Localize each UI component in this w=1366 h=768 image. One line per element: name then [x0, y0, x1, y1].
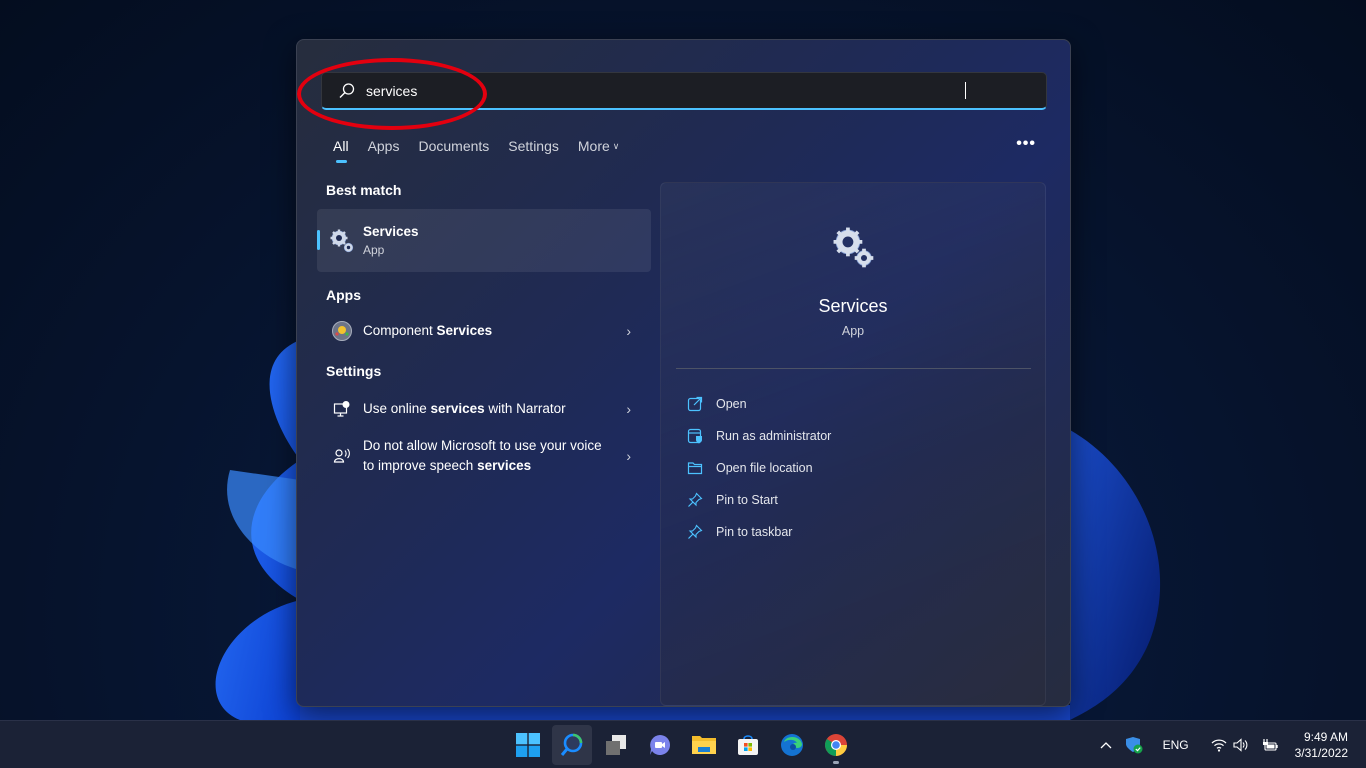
system-tray: ENG 9:49 AM 3/31/2022: [1093, 721, 1366, 768]
action-open-file-location[interactable]: Open file location: [687, 452, 831, 484]
clock-date: 3/31/2022: [1294, 746, 1348, 760]
network-button[interactable]: [1211, 738, 1227, 752]
taskbar-start-button[interactable]: [508, 725, 548, 765]
tab-documents[interactable]: Documents: [418, 138, 489, 154]
results-list: Best match Services App Apps Component S…: [317, 182, 653, 477]
battery-charging-icon: [1262, 739, 1278, 751]
gears-icon: [330, 229, 354, 252]
wifi-icon: [1211, 739, 1227, 752]
narrator-online-icon: [331, 398, 353, 420]
preview-app-name: Services: [818, 296, 888, 316]
search-icon: [339, 82, 355, 98]
result-label: Use online services with Narrator: [363, 401, 566, 416]
teams-chat-icon: [650, 735, 670, 755]
action-open[interactable]: Open: [687, 388, 831, 420]
task-view-icon: [606, 735, 626, 755]
section-settings: Settings: [326, 363, 382, 379]
preview-actions: Open Run as administrator Open file loca…: [687, 388, 831, 548]
pin-icon: [688, 524, 703, 539]
section-best-match: Best match: [326, 182, 402, 198]
taskbar-task-view-button[interactable]: [596, 725, 636, 765]
text-caret: [965, 82, 966, 99]
show-hidden-icons-button[interactable]: [1099, 740, 1113, 750]
section-apps: Apps: [326, 287, 361, 303]
result-narrator-online-services[interactable]: Use online services with Narrator ›: [317, 397, 651, 421]
search-filter-tabs: All Apps Documents Settings More ∨: [333, 138, 638, 163]
taskbar-search-button[interactable]: [552, 725, 592, 765]
chevron-right-icon: ›: [626, 323, 631, 339]
chrome-icon: [825, 734, 847, 756]
result-speech-services[interactable]: Do not allow Microsoft to use your voice…: [317, 435, 651, 477]
gears-icon: [833, 227, 874, 268]
edge-icon: [781, 734, 803, 756]
open-external-icon: [687, 396, 703, 412]
tab-all[interactable]: All: [333, 138, 349, 163]
running-indicator: [833, 761, 839, 764]
windows-security-button[interactable]: [1125, 736, 1143, 754]
chevron-up-icon: [1100, 742, 1112, 749]
chevron-down-icon: ∨: [612, 141, 620, 151]
tab-more-label: More: [577, 138, 610, 154]
search-icon: [560, 733, 583, 756]
taskbar: ENG 9:49 AM 3/31/2022: [0, 720, 1366, 768]
search-box[interactable]: services: [321, 72, 1047, 110]
pin-icon: [688, 492, 703, 507]
file-explorer-icon: [692, 736, 716, 754]
more-options-button[interactable]: •••: [1016, 135, 1036, 153]
tab-more[interactable]: More ∨: [578, 138, 620, 154]
preview-app-type: App: [841, 324, 865, 338]
taskbar-edge-button[interactable]: [772, 725, 812, 765]
best-match-name: Services: [363, 224, 419, 239]
volume-icon: [1233, 738, 1248, 752]
taskbar-chrome-button[interactable]: [816, 725, 856, 765]
clock-button[interactable]: 9:49 AM 3/31/2022: [1295, 729, 1348, 761]
result-component-services[interactable]: Component Services ›: [317, 317, 651, 345]
store-icon: [738, 735, 758, 755]
chevron-right-icon: ›: [626, 448, 631, 464]
run-as-admin-icon: [687, 428, 702, 444]
taskbar-apps: [508, 725, 860, 765]
tab-apps[interactable]: Apps: [368, 138, 400, 154]
taskbar-store-button[interactable]: [728, 725, 768, 765]
action-pin-to-start[interactable]: Pin to Start: [687, 484, 831, 516]
security-shield-icon: [1125, 737, 1143, 754]
volume-button[interactable]: [1233, 738, 1249, 752]
selection-indicator: [317, 230, 320, 250]
action-run-as-administrator[interactable]: Run as administrator: [687, 420, 831, 452]
language-indicator[interactable]: ENG: [1163, 738, 1189, 752]
component-services-icon: [331, 320, 353, 342]
taskbar-chat-button[interactable]: [640, 725, 680, 765]
speech-icon: [331, 445, 353, 467]
clock-time: 9:49 AM: [1303, 730, 1348, 744]
preview-pane: Services App Open Run as administrator O…: [660, 182, 1046, 706]
result-label: Do not allow Microsoft to use your voice…: [363, 438, 602, 473]
action-pin-to-taskbar[interactable]: Pin to taskbar: [687, 516, 831, 548]
tab-settings[interactable]: Settings: [508, 138, 559, 154]
chevron-right-icon: ›: [626, 401, 631, 417]
result-label: Component Services: [363, 323, 493, 338]
start-search-flyout: services All Apps Documents Settings Mor…: [296, 39, 1071, 707]
taskbar-file-explorer-button[interactable]: [684, 725, 724, 765]
best-match-item[interactable]: Services App: [317, 209, 651, 272]
search-input[interactable]: services: [366, 83, 966, 99]
best-match-type: App: [363, 243, 385, 257]
folder-icon: [687, 462, 703, 475]
divider: [676, 368, 1031, 369]
battery-button[interactable]: [1261, 738, 1279, 752]
windows-start-icon: [516, 733, 540, 757]
